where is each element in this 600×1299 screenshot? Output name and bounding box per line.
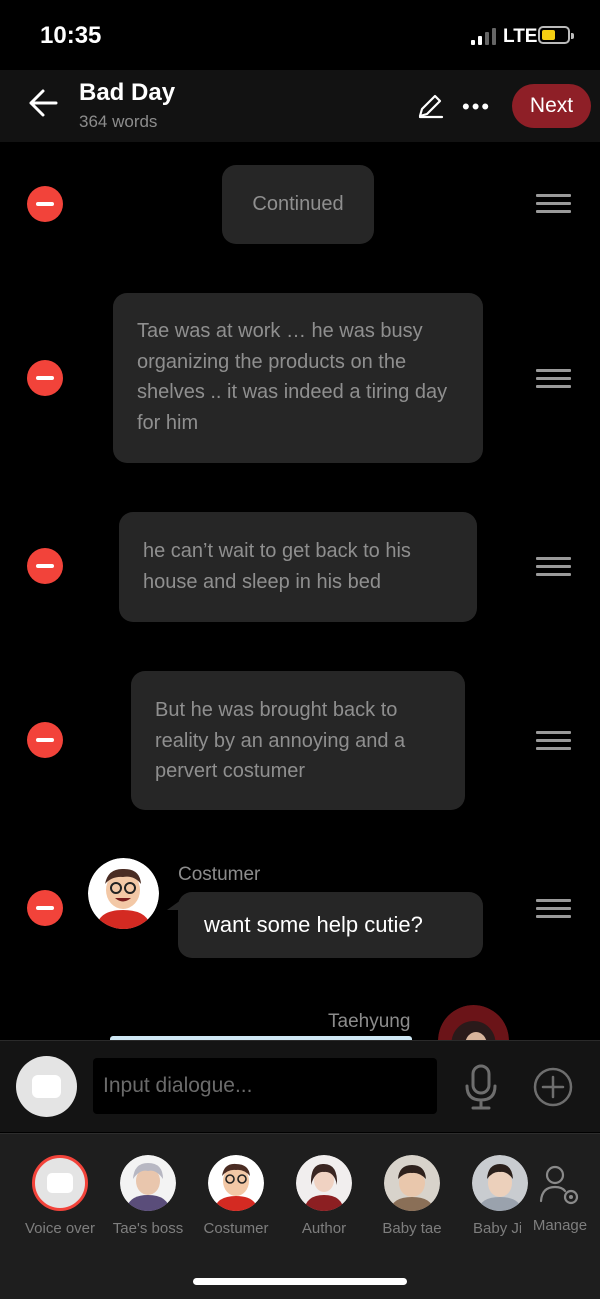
costumer-avatar xyxy=(88,858,159,929)
manage-characters-icon[interactable] xyxy=(538,1163,582,1207)
character-voice-over[interactable] xyxy=(32,1155,88,1211)
speech-bubble[interactable]: want some help cutie? xyxy=(178,892,483,958)
delete-line-button[interactable] xyxy=(27,186,63,222)
battery-icon xyxy=(538,26,574,44)
character-taes-boss[interactable] xyxy=(120,1155,176,1211)
narration-bubble[interactable]: But he was brought back to reality by an… xyxy=(131,671,465,810)
status-time: 10:35 xyxy=(40,22,102,49)
microphone-icon[interactable] xyxy=(462,1064,500,1110)
drag-handle-icon[interactable] xyxy=(536,731,571,751)
delete-line-button[interactable] xyxy=(27,548,63,584)
character-baby-ji[interactable] xyxy=(472,1155,528,1211)
drag-handle-icon[interactable] xyxy=(536,899,571,919)
narration-bubble[interactable]: he can’t wait to get back to his house a… xyxy=(119,512,477,622)
character-author[interactable] xyxy=(296,1155,352,1211)
pencil-icon[interactable] xyxy=(416,92,444,120)
delete-line-button[interactable] xyxy=(27,360,63,396)
character-label: Voice over xyxy=(24,1220,96,1237)
character-label: Manage xyxy=(532,1217,588,1234)
character-label: Costumer xyxy=(203,1220,269,1237)
voice-over-toggle[interactable] xyxy=(16,1056,77,1117)
drag-handle-icon[interactable] xyxy=(536,369,571,389)
drag-handle-icon[interactable] xyxy=(536,194,571,214)
dialogue-input[interactable]: Input dialogue... xyxy=(93,1058,437,1114)
narration-bubble[interactable]: Continued xyxy=(222,165,374,244)
back-arrow-icon[interactable] xyxy=(28,88,58,118)
story-title: Bad Day xyxy=(79,79,176,106)
add-icon[interactable] xyxy=(533,1067,573,1107)
delete-line-button[interactable] xyxy=(27,722,63,758)
character-label: Baby Ji xyxy=(473,1220,521,1237)
speaker-name: Taehyung xyxy=(328,1011,411,1032)
signal-icon xyxy=(471,28,497,45)
character-label: Author xyxy=(301,1220,347,1237)
speaker-name: Costumer xyxy=(178,864,261,885)
more-icon[interactable]: ••• xyxy=(462,94,491,120)
character-label: Baby tae xyxy=(382,1220,442,1237)
network-label: LTE xyxy=(503,26,538,47)
drag-handle-icon[interactable] xyxy=(536,557,571,577)
next-button[interactable]: Next xyxy=(512,84,591,128)
character-costumer[interactable] xyxy=(208,1155,264,1211)
character-baby-tae[interactable] xyxy=(384,1155,440,1211)
character-label: Tae's boss xyxy=(112,1220,184,1237)
home-indicator xyxy=(193,1278,407,1285)
delete-line-button[interactable] xyxy=(27,890,63,926)
word-count: 364 words xyxy=(79,112,158,131)
narration-bubble[interactable]: Tae was at work … he was busy organizing… xyxy=(113,293,483,463)
